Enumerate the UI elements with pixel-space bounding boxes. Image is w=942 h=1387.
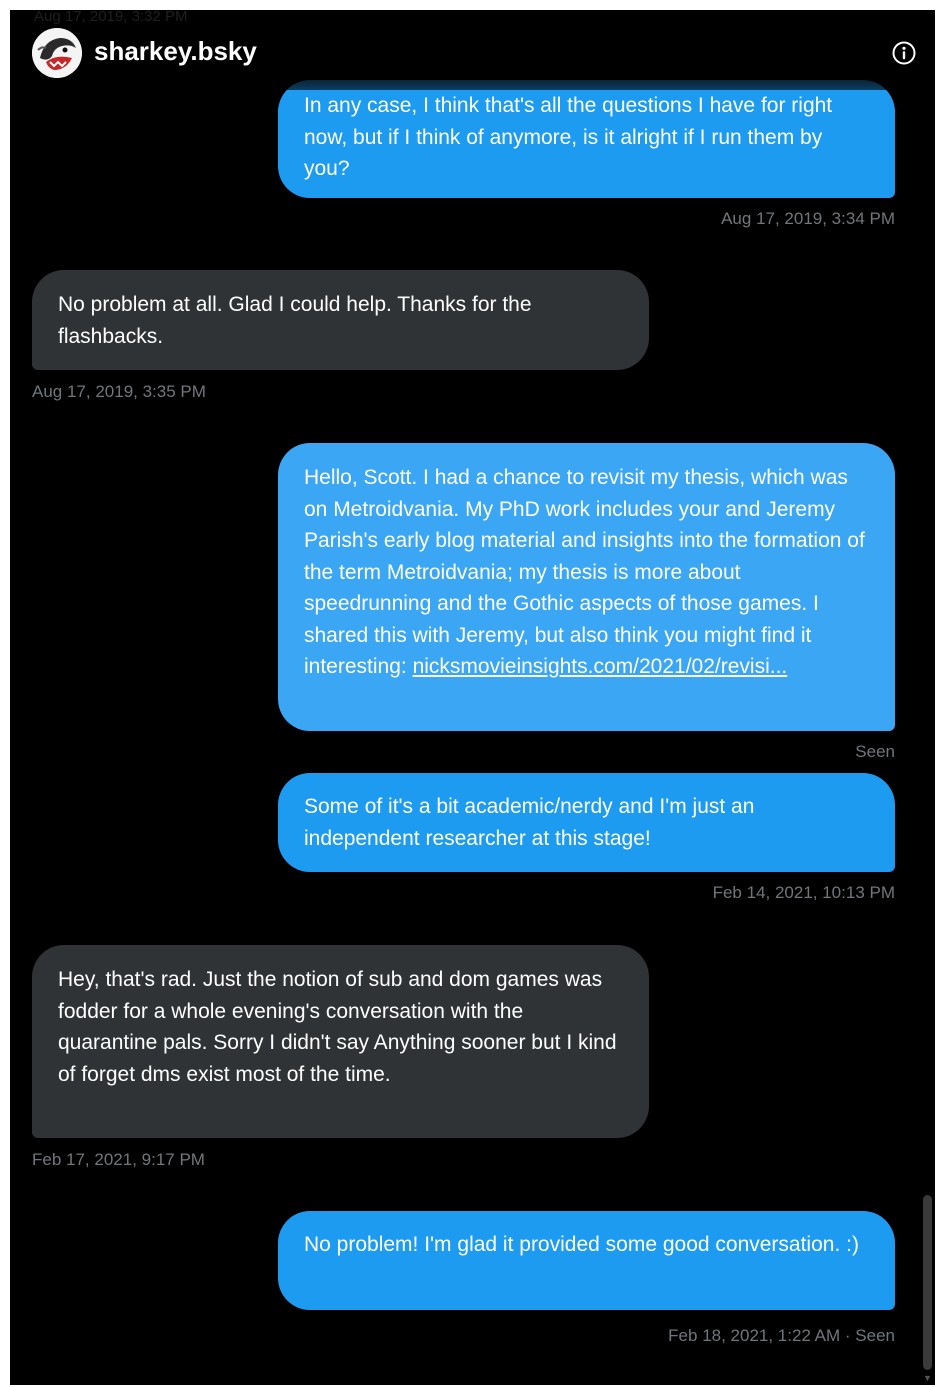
message-timestamp: Feb 17, 2021, 9:17 PM — [32, 1150, 205, 1169]
shark-avatar-icon[interactable] — [32, 28, 82, 78]
message-seen-status: Seen — [855, 742, 895, 761]
dm-conversation-window: In any case, I think that's all the ques… — [10, 10, 935, 1385]
message-bubble-received[interactable]: Hey, that's rad. Just the notion of sub … — [32, 945, 649, 1138]
message-timestamp-seen: Feb 18, 2021, 1:22 AM · Seen — [668, 1326, 895, 1345]
conversation-username[interactable]: sharkey.bsky — [94, 36, 257, 67]
scrollbar-thumb[interactable] — [923, 1195, 932, 1370]
scroll-down-arrow-icon[interactable]: ▼ — [923, 1374, 932, 1383]
message-text: In any case, I think that's all the ques… — [304, 94, 833, 180]
message-timestamp: Aug 17, 2019, 3:35 PM — [32, 382, 206, 401]
message-text: Some of it's a bit academic/nerdy and I'… — [304, 795, 755, 850]
message-bubble-sent[interactable]: Some of it's a bit academic/nerdy and I'… — [278, 773, 895, 872]
message-text: Hey, that's rad. Just the notion of sub … — [58, 968, 617, 1086]
info-circle-icon[interactable] — [891, 40, 917, 66]
message-timestamp: Aug 17, 2019, 3:34 PM — [721, 209, 895, 228]
message-bubble-sent[interactable]: In any case, I think that's all the ques… — [278, 80, 895, 198]
message-link[interactable]: nicksmovieinsights.com/2021/02/revisi... — [413, 655, 788, 678]
message-list[interactable]: In any case, I think that's all the ques… — [10, 10, 920, 1385]
scrollbar-track[interactable] — [921, 88, 933, 1378]
message-text: Hello, Scott. I had a chance to revisit … — [304, 466, 865, 678]
message-timestamp: Feb 14, 2021, 10:13 PM — [712, 883, 895, 902]
message-bubble-sent[interactable]: No problem! I'm glad it provided some go… — [278, 1211, 895, 1310]
message-text: No problem at all. Glad I could help. Th… — [58, 293, 532, 348]
message-bubble-received[interactable]: No problem at all. Glad I could help. Th… — [32, 270, 649, 370]
previous-timestamp: Aug 17, 2019, 3:32 PM — [34, 10, 188, 25]
message-bubble-sent[interactable]: Hello, Scott. I had a chance to revisit … — [278, 443, 895, 731]
conversation-header: Aug 17, 2019, 3:32 PM sharkey.bsky — [10, 10, 935, 90]
message-text: No problem! I'm glad it provided some go… — [304, 1233, 859, 1256]
